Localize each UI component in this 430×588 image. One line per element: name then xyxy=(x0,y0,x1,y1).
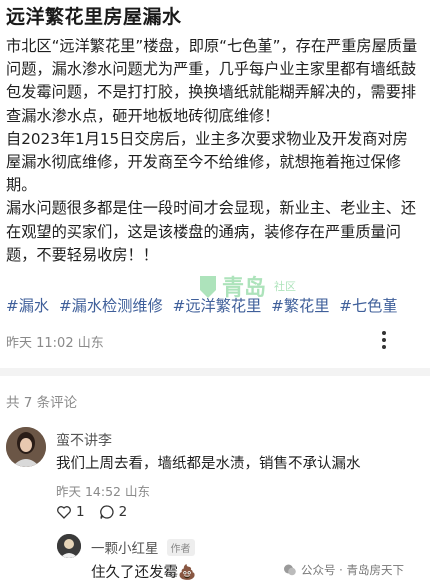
reply-author-name[interactable]: 一颗小红星 xyxy=(91,537,159,557)
post-paragraph-3: 漏水问题很多都是住一段时间才会显现，新业主、老业主、还在观望的买家们，这是该楼盘… xyxy=(6,199,417,264)
post-paragraph-1: 市北区“远洋繁花里”楼盘，即原“七色堇”，存在严重房屋质量问题，漏水渗水问题尤为… xyxy=(6,37,418,125)
user-photo-icon xyxy=(57,534,81,558)
comment-text: 我们上周去看，墙纸都是水渍，销售不承认漏水 xyxy=(56,456,361,472)
source-watermark-text: 公众号 · 青岛房天下 xyxy=(301,563,404,577)
like-count: 1 xyxy=(76,504,85,520)
reply-button[interactable]: 2 xyxy=(99,504,128,520)
post-body: 市北区“远洋繁花里”楼盘，即原“七色堇”，存在严重房屋质量问题，漏水渗水问题尤为… xyxy=(6,35,420,267)
hashtag-list: #漏水 #漏水检测维修 #远洋繁花里 #繁花里 #七色堇 xyxy=(6,295,424,317)
source-watermark: 公众号 · 青岛房天下 xyxy=(283,562,404,578)
avatar[interactable] xyxy=(6,427,46,467)
reply-count: 2 xyxy=(118,504,128,520)
hashtag-leak[interactable]: #漏水 xyxy=(6,297,49,315)
reply-text: 住久了还发霉💩 xyxy=(91,565,197,581)
commenter-name[interactable]: 蛮不讲李 xyxy=(56,430,112,450)
comment-actions: 1 2 xyxy=(56,504,127,520)
hashtag-yuanyang-fanhuali[interactable]: #远洋繁花里 xyxy=(173,297,262,315)
hashtag-fanhuali[interactable]: #繁花里 xyxy=(271,297,329,315)
author-badge: 作者 xyxy=(166,538,195,556)
post-title: 远洋繁花里房屋漏水 xyxy=(6,6,182,28)
comment-meta: 昨天 14:52 山东 xyxy=(56,484,150,499)
reply-author: 一颗小红星 作者 xyxy=(91,537,195,557)
more-dots-icon xyxy=(382,330,386,351)
user-photo-icon xyxy=(6,427,46,467)
more-options-button[interactable] xyxy=(374,330,394,350)
like-button[interactable]: 1 xyxy=(56,504,85,520)
watermark-suffix: 社区 xyxy=(274,279,296,293)
hashtag-leak-repair[interactable]: #漏水检测维修 xyxy=(59,297,163,315)
comment-count: 共 7 条评论 xyxy=(6,395,78,411)
reply-avatar[interactable] xyxy=(57,534,81,558)
heart-icon xyxy=(57,506,71,519)
comment-bubble-icon xyxy=(99,505,114,519)
section-divider xyxy=(0,368,430,376)
hashtag-qisejin[interactable]: #七色堇 xyxy=(339,297,397,315)
post-meta: 昨天 11:02 山东 xyxy=(6,336,104,351)
post-paragraph-2: 自2023年1月15日交房后，业主多次要求物业及开发商对房屋漏水彻底维修，开发商… xyxy=(6,129,408,195)
wechat-icon xyxy=(284,564,296,576)
